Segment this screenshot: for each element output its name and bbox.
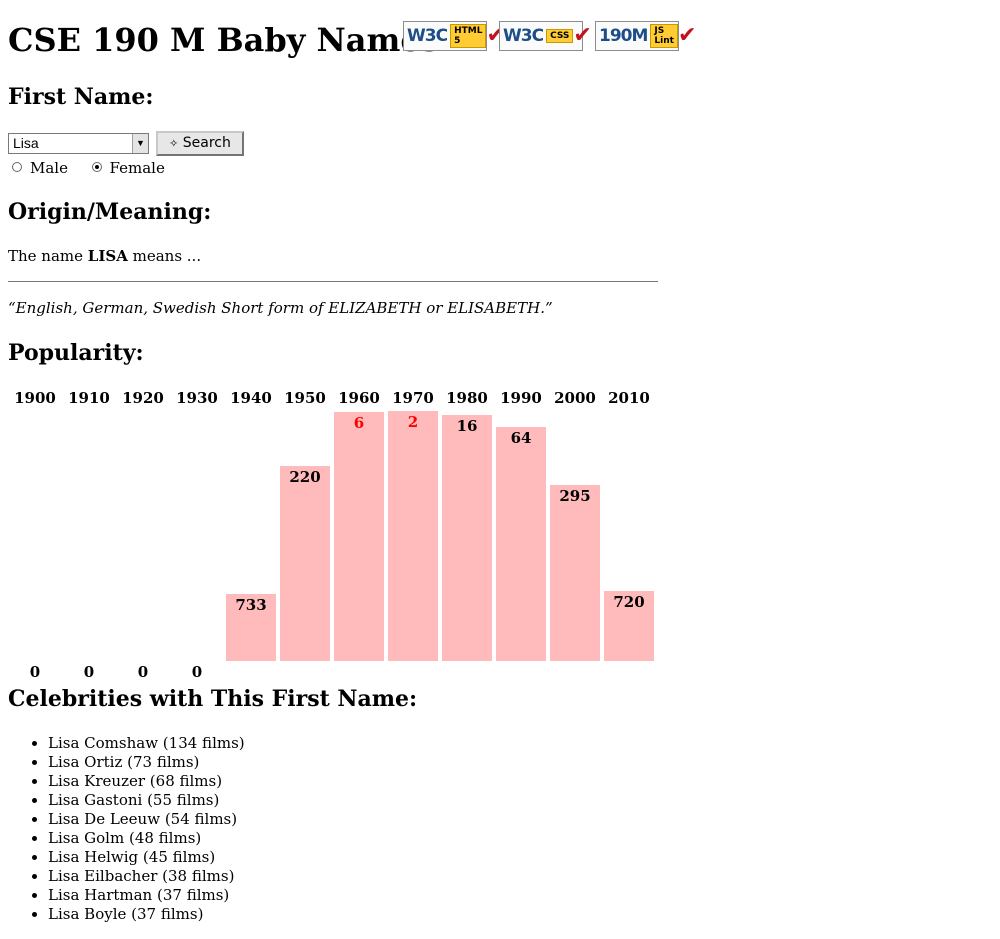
celebrity-item: Lisa Golm (48 films) [48, 829, 245, 848]
celebrity-item: Lisa Hartman (37 films) [48, 886, 245, 905]
badge-190m-label: 190M [599, 26, 648, 46]
origin-heading: Origin/Meaning: [8, 199, 212, 225]
celebrity-item: Lisa Helwig (45 films) [48, 848, 245, 867]
year-label: 1950 [284, 389, 326, 407]
year-label: 2000 [554, 389, 596, 407]
name-select[interactable]: Lisa ▼ [8, 133, 149, 154]
year-label: 1930 [176, 389, 218, 407]
meaning-name: LISA [87, 247, 128, 265]
male-label: Male [30, 159, 68, 177]
badge-w3c-label: W3C [503, 26, 544, 46]
badge-w3c-label: W3C [407, 26, 448, 46]
celebrity-item: Lisa Eilbacher (38 films) [48, 867, 245, 886]
rank-bar [334, 412, 384, 661]
year-label: 1960 [338, 389, 380, 407]
css-validator-badge[interactable]: W3C CSS ✔ [499, 21, 592, 51]
chevron-down-icon[interactable]: ▼ [132, 134, 148, 153]
female-radio[interactable] [91, 162, 102, 172]
year-label: 1920 [122, 389, 164, 407]
name-select-value: Lisa [13, 135, 39, 151]
year-label: 1990 [500, 389, 542, 407]
year-label: 1900 [14, 389, 56, 407]
meaning-quote: “English, German, Swedish Short form of … [8, 299, 553, 317]
rank-label: 295 [559, 487, 591, 505]
year-label: 1980 [446, 389, 488, 407]
celebrities-list: Lisa Comshaw (134 films)Lisa Ortiz (73 f… [8, 734, 245, 924]
search-icon: ✧ [169, 137, 179, 150]
celebrity-item: Lisa Boyle (37 films) [48, 905, 245, 924]
first-name-heading: First Name: [8, 84, 154, 110]
meaning-prefix: The name [8, 247, 88, 265]
rank-label: 6 [353, 414, 365, 432]
jslint-badge[interactable]: 190M JS Lint ✔ [595, 21, 696, 51]
male-radio[interactable] [12, 162, 22, 172]
badge-tag: CSS [546, 29, 574, 43]
rank-label: 0 [29, 663, 41, 681]
check-icon: ✔ [573, 23, 592, 48]
validator-badges: W3C HTML 5 ✔ W3C CSS ✔ 190M JS Lint ✔ [403, 21, 696, 51]
rank-label: 2 [407, 413, 419, 431]
page-title: CSE 190 M Baby Names [8, 21, 439, 59]
meaning-suffix: means ... [127, 247, 202, 265]
year-label: 2010 [608, 389, 650, 407]
search-button-label: Search [182, 135, 231, 151]
rank-label: 0 [137, 663, 149, 681]
year-label: 1910 [68, 389, 110, 407]
year-label: 1940 [230, 389, 272, 407]
year-label: 1970 [392, 389, 434, 407]
celebrity-item: Lisa De Leeuw (54 films) [48, 810, 245, 829]
rank-bar [496, 427, 546, 661]
rank-bar [280, 466, 330, 661]
rank-label: 720 [613, 593, 645, 611]
badge-tag: JS Lint [650, 24, 678, 48]
rank-label: 0 [83, 663, 95, 681]
rank-label: 220 [289, 468, 321, 486]
badge-tag: HTML 5 [450, 24, 487, 48]
rank-bar [388, 411, 438, 661]
rank-bar [550, 485, 600, 661]
celebrity-item: Lisa Ortiz (73 films) [48, 753, 245, 772]
html5-validator-badge[interactable]: W3C HTML 5 ✔ [403, 21, 505, 51]
popularity-heading: Popularity: [8, 340, 144, 366]
celebrity-item: Lisa Gastoni (55 films) [48, 791, 245, 810]
page: CSE 190 M Baby Names W3C HTML 5 ✔ W3C CS… [0, 0, 1000, 939]
rank-label: 0 [191, 663, 203, 681]
celebrities-heading: Celebrities with This First Name: [8, 686, 418, 712]
search-button[interactable]: ✧ Search [156, 131, 244, 156]
female-label: Female [109, 159, 165, 177]
meaning-intro: The name LISA means ... [8, 247, 201, 265]
divider [8, 281, 658, 282]
rank-label: 64 [510, 429, 532, 447]
rank-label: 16 [456, 417, 478, 435]
celebrity-item: Lisa Comshaw (134 films) [48, 734, 245, 753]
popularity-chart: 1900 0 1910 0 1920 0 1930 0 1940 733 1950 220 1960 6 1… [8, 388, 658, 681]
celebrity-item: Lisa Kreuzer (68 films) [48, 772, 245, 791]
rank-bar [442, 415, 492, 661]
rank-label: 733 [235, 596, 267, 614]
gender-radio-group: Male Female [12, 159, 165, 177]
check-icon: ✔ [677, 23, 697, 48]
